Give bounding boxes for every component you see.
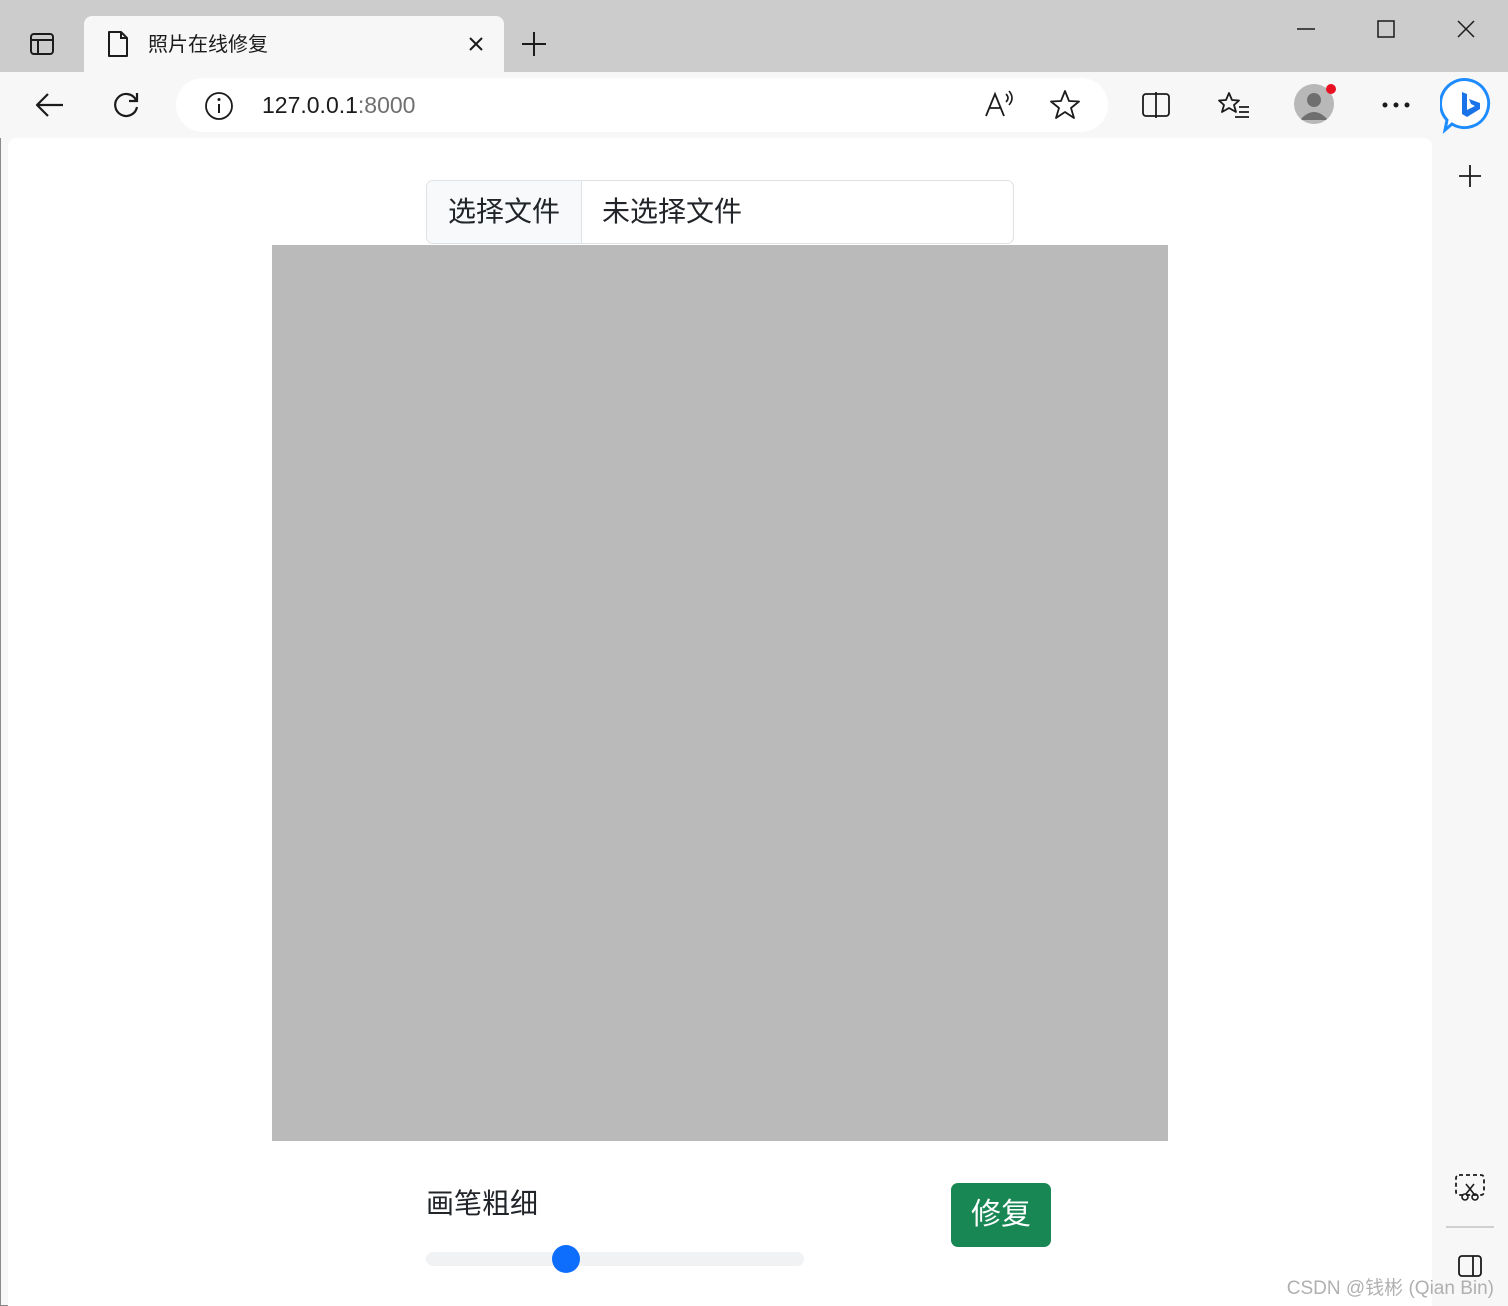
file-status-text: 未选择文件 xyxy=(602,195,743,228)
sidebar xyxy=(1432,138,1508,1306)
more-button[interactable] xyxy=(1374,83,1418,127)
bing-copilot-button[interactable] xyxy=(1439,76,1498,134)
brush-size-slider[interactable] xyxy=(426,1245,804,1273)
repair-button[interactable]: 修复 xyxy=(951,1183,1051,1247)
new-tab-button[interactable] xyxy=(518,28,550,60)
screenshot-icon xyxy=(1455,1174,1485,1201)
favorites-list-icon xyxy=(1218,92,1249,118)
minimize-icon xyxy=(1297,28,1315,30)
slider-thumb[interactable] xyxy=(551,1245,580,1273)
file-input[interactable]: 选择文件 未选择文件 xyxy=(426,180,1014,244)
back-icon xyxy=(35,93,63,117)
url-host: 127.0.0.1 xyxy=(262,92,358,118)
bing-copilot-icon xyxy=(1439,78,1491,134)
split-screen-button[interactable] xyxy=(1134,83,1178,127)
favorite-star-icon[interactable] xyxy=(1048,88,1082,122)
tab-strip: 照片在线修复 xyxy=(0,0,1508,72)
sidebar-divider xyxy=(1446,1226,1494,1228)
tab-active[interactable]: 照片在线修复 xyxy=(84,16,504,72)
split-screen-icon xyxy=(1142,92,1170,118)
refresh-icon xyxy=(114,92,139,118)
window-close-button[interactable] xyxy=(1446,14,1486,44)
tab-close-button[interactable] xyxy=(464,32,488,56)
read-aloud-icon[interactable] xyxy=(982,88,1016,122)
refresh-button[interactable] xyxy=(104,83,148,127)
maximize-icon xyxy=(1377,20,1395,38)
tab-actions-icon xyxy=(30,33,54,55)
page-viewport: 选择文件 未选择文件 画笔粗细 修复 xyxy=(8,138,1432,1306)
profile-button[interactable] xyxy=(1294,84,1336,126)
minimize-button[interactable] xyxy=(1286,14,1326,44)
address-bar[interactable]: 127.0.0.1:8000 xyxy=(176,78,1108,132)
url-text[interactable]: 127.0.0.1:8000 xyxy=(262,91,415,119)
info-icon[interactable] xyxy=(204,91,234,121)
choose-file-button[interactable]: 选择文件 xyxy=(427,181,582,243)
notification-dot xyxy=(1326,84,1336,94)
drawing-canvas[interactable] xyxy=(272,245,1168,1141)
sidebar-add-button[interactable] xyxy=(1448,154,1492,198)
favorites-button[interactable] xyxy=(1212,83,1256,127)
add-icon xyxy=(1459,165,1481,187)
tab-title: 照片在线修复 xyxy=(148,32,268,56)
more-icon xyxy=(1382,102,1410,108)
url-port: :8000 xyxy=(357,92,416,118)
watermark-text: CSDN @钱彬 (Qian Bin) xyxy=(1286,1278,1494,1299)
maximize-button[interactable] xyxy=(1366,14,1406,44)
tab-actions-button[interactable] xyxy=(20,24,64,64)
page-icon xyxy=(108,31,128,57)
back-button[interactable] xyxy=(28,83,72,127)
close-icon xyxy=(469,37,483,51)
screenshot-button[interactable] xyxy=(1448,1166,1492,1210)
browser-toolbar: 127.0.0.1:8000 xyxy=(0,72,1508,138)
brush-size-label: 画笔粗细 xyxy=(426,1187,539,1220)
close-icon xyxy=(1457,20,1475,38)
plus-icon xyxy=(522,32,546,56)
